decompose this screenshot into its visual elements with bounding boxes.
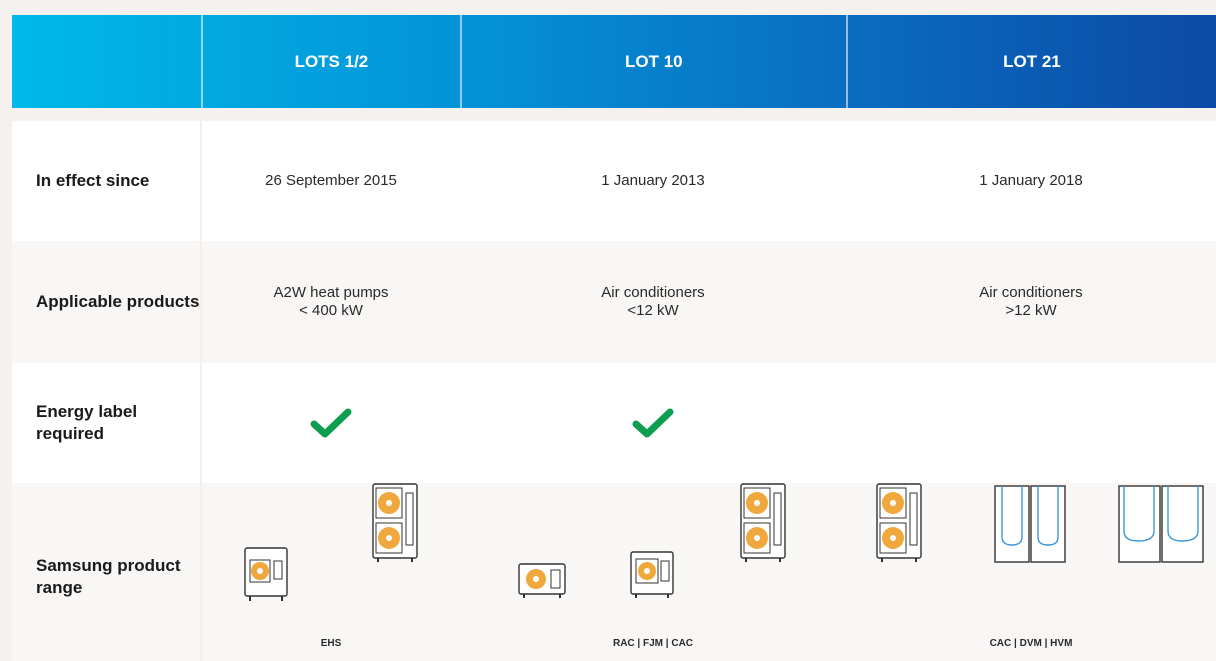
row-in-effect: In effect since 26 September 2015 1 Janu… — [12, 121, 1216, 241]
cell-products-rac: RAC | FJM | CAC — [460, 483, 846, 661]
cell-products-ehs: EHS — [202, 483, 460, 661]
cell-in-effect-lot10: 1 January 2013 — [601, 172, 705, 189]
cell-in-effect-lot21: 1 January 2018 — [979, 172, 1083, 189]
row-label: Energy label required — [12, 363, 202, 483]
cell-energy-lots12 — [202, 363, 460, 483]
vrf-outdoor-unit-icon — [994, 485, 1066, 563]
product-caption: EHS — [320, 638, 342, 649]
cell-in-effect-lots12: 26 September 2015 — [265, 172, 397, 189]
outdoor-unit-small-icon — [518, 563, 566, 598]
header-lot-21: LOT 21 — [845, 15, 1216, 108]
cell-applicable-lots12: A2W heat pumps < 400 kW — [202, 241, 460, 363]
product-images — [460, 483, 846, 598]
product-caption: RAC | FJM | CAC — [612, 638, 694, 649]
outdoor-unit-double-fan-icon — [740, 483, 786, 562]
cell-line: < 400 kW — [299, 302, 363, 319]
table-header: LOTS 1/2 LOT 10 LOT 21 — [12, 15, 1216, 108]
outdoor-unit-double-fan-icon — [372, 483, 418, 562]
checkmark-icon — [632, 408, 674, 438]
header-spacer — [12, 15, 201, 108]
product-images — [202, 483, 460, 601]
cell-line: Air conditioners — [979, 284, 1083, 301]
outdoor-unit-single-fan-icon — [630, 551, 674, 598]
cell-energy-lot21 — [846, 363, 1216, 483]
product-images — [846, 483, 1216, 583]
row-energy-label: Energy label required — [12, 363, 1216, 483]
cell-line: >12 kW — [1005, 302, 1057, 319]
regulation-table: In effect since 26 September 2015 1 Janu… — [12, 121, 1216, 661]
cell-applicable-lot21: Air conditioners >12 kW — [846, 241, 1216, 363]
row-applicable: Applicable products A2W heat pumps < 400… — [12, 241, 1216, 363]
row-product-range: Samsung product range EHS RAC | FJM | CA… — [12, 483, 1216, 661]
row-label: Samsung product range — [12, 483, 202, 661]
cell-line: <12 kW — [627, 302, 679, 319]
row-label: In effect since — [12, 121, 202, 241]
product-caption: CAC | DVM | HVM — [989, 638, 1073, 649]
cell-line: A2W heat pumps — [273, 284, 389, 301]
header-lot-10: LOT 10 — [459, 15, 846, 108]
outdoor-unit-single-fan-icon — [244, 547, 288, 601]
row-label: Applicable products — [12, 241, 202, 363]
cell-energy-lot10 — [460, 363, 846, 483]
cell-line: Air conditioners — [601, 284, 705, 301]
cell-products-dvm: CAC | DVM | HVM — [846, 483, 1216, 661]
checkmark-icon — [310, 408, 352, 438]
outdoor-unit-double-fan-icon — [876, 483, 922, 562]
vrf-outdoor-unit-large-icon — [1118, 485, 1204, 563]
header-lots-1-2: LOTS 1/2 — [201, 15, 460, 108]
cell-applicable-lot10: Air conditioners <12 kW — [460, 241, 846, 363]
